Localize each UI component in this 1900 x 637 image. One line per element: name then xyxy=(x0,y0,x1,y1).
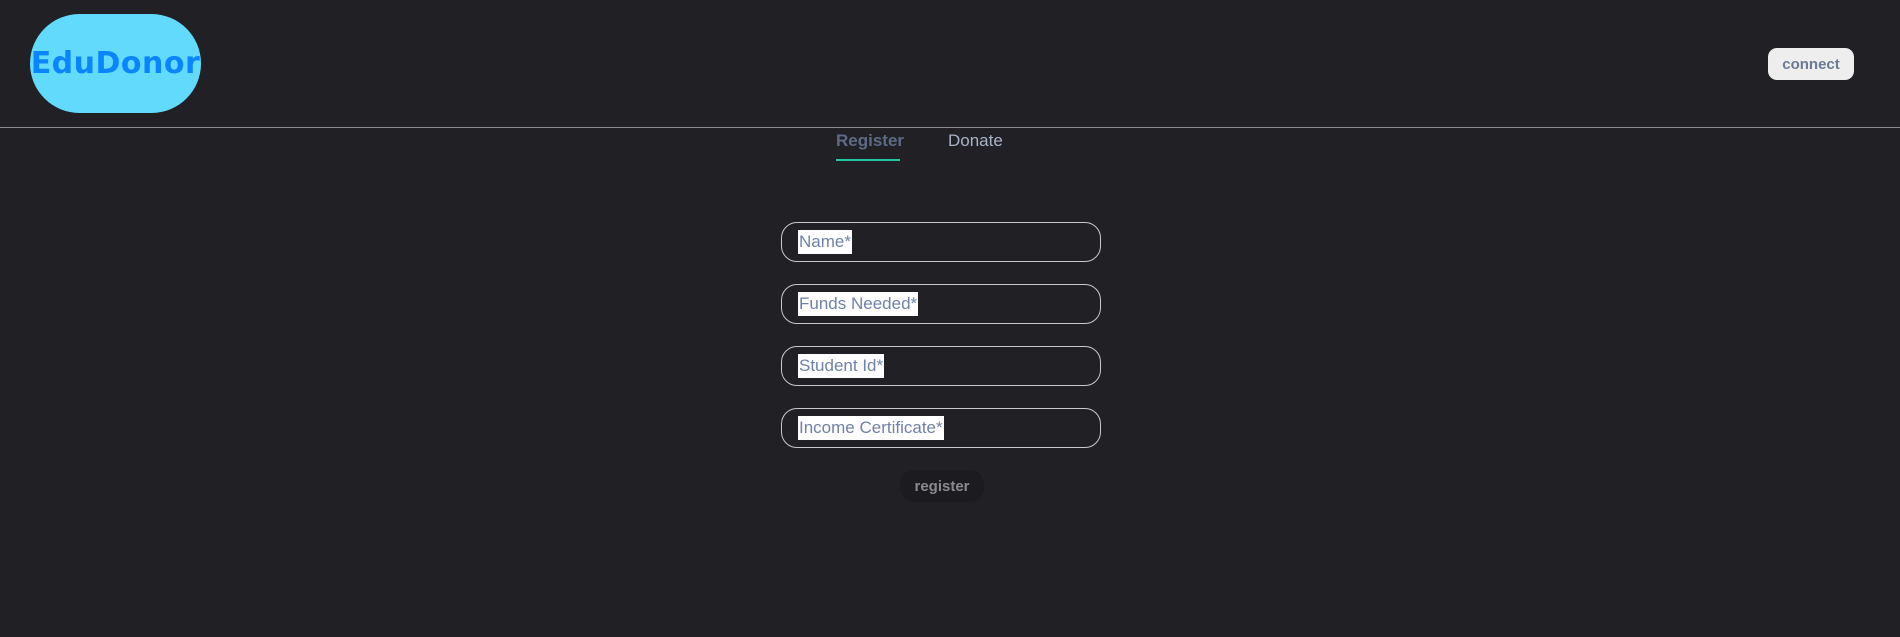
name-field[interactable]: Name* xyxy=(781,222,1101,262)
funds-needed-field[interactable]: Funds Needed* xyxy=(781,284,1101,324)
income-certificate-field[interactable]: Income Certificate* xyxy=(781,408,1101,448)
funds-needed-label: Funds Needed* xyxy=(798,292,919,316)
logo-text: EduDonor xyxy=(30,46,201,81)
register-button[interactable]: register xyxy=(900,470,984,502)
income-certificate-label: Income Certificate* xyxy=(798,416,944,440)
student-id-label: Student Id* xyxy=(798,354,885,378)
connect-button[interactable]: connect xyxy=(1768,48,1854,80)
tab-register[interactable]: Register xyxy=(836,131,904,161)
logo: EduDonor xyxy=(30,14,201,113)
header-divider xyxy=(0,127,1900,128)
name-label: Name* xyxy=(798,230,852,254)
student-id-field[interactable]: Student Id* xyxy=(781,346,1101,386)
tab-donate[interactable]: Donate xyxy=(948,131,1003,159)
